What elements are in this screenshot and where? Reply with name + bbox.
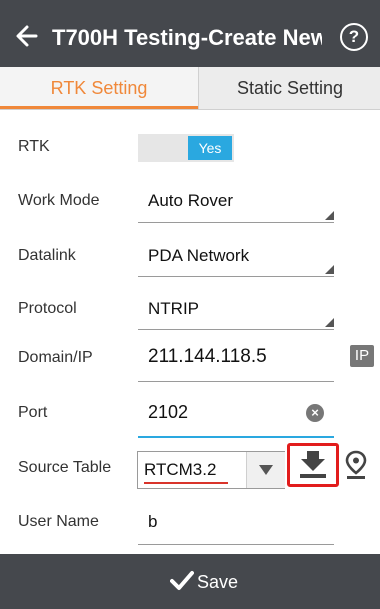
rtk-toggle[interactable]: Yes — [138, 134, 234, 162]
port-focus-underline — [138, 436, 334, 438]
download-icon — [300, 451, 326, 478]
rtk-toggle-value: Yes — [188, 136, 232, 160]
back-arrow-icon[interactable] — [14, 18, 40, 54]
datalink-label: Datalink — [18, 247, 76, 264]
work-mode-select[interactable]: Auto Rover — [148, 191, 233, 211]
port-input[interactable]: 2102 — [148, 402, 188, 423]
protocol-label: Protocol — [18, 300, 77, 317]
domain-ip-input[interactable]: 211.144.118.5 — [148, 346, 267, 368]
dropdown-corner-icon — [325, 318, 334, 327]
source-table-value: RTCM3.2 — [144, 460, 217, 479]
save-label: Save — [197, 572, 239, 592]
help-circle-icon[interactable]: ? — [340, 23, 368, 51]
tab-rtk-setting[interactable]: RTK Setting — [0, 67, 198, 109]
user-name-input[interactable]: b — [148, 512, 157, 532]
port-label: Port — [18, 404, 48, 421]
datalink-select[interactable]: PDA Network — [148, 246, 249, 266]
tab-static-setting[interactable]: Static Setting — [198, 67, 380, 109]
domain-ip-underline — [138, 381, 334, 382]
source-table-dropdown-button[interactable] — [246, 452, 285, 488]
work-mode-underline — [138, 222, 334, 223]
ip-icon[interactable]: IP — [350, 345, 374, 367]
source-table-label: Source Table — [18, 459, 112, 476]
page-title: T700H Testing-Create New — [52, 25, 322, 50]
app-header: T700H Testing-Create New ? — [0, 0, 380, 76]
chevron-down-icon — [259, 465, 273, 475]
spellcheck-underline — [144, 482, 228, 484]
user-name-label: User Name — [18, 513, 99, 530]
protocol-select[interactable]: NTRIP — [148, 299, 199, 319]
clear-icon[interactable]: × — [306, 404, 324, 422]
download-source-table-button[interactable] — [287, 443, 339, 487]
datalink-underline — [138, 276, 334, 277]
rtk-label: RTK — [18, 138, 50, 155]
work-mode-label: Work Mode — [18, 192, 100, 209]
save-button[interactable]: Save — [0, 554, 380, 609]
domain-ip-label: Domain/IP — [18, 349, 93, 366]
protocol-underline — [138, 329, 334, 330]
user-name-underline — [138, 544, 334, 545]
dropdown-corner-icon — [325, 211, 334, 220]
check-icon — [170, 571, 194, 590]
dropdown-corner-icon — [325, 265, 334, 274]
location-pin-icon[interactable] — [344, 450, 368, 480]
tab-bar: RTK Setting Static Setting — [0, 67, 380, 110]
source-table-select[interactable]: RTCM3.2 — [137, 451, 285, 489]
